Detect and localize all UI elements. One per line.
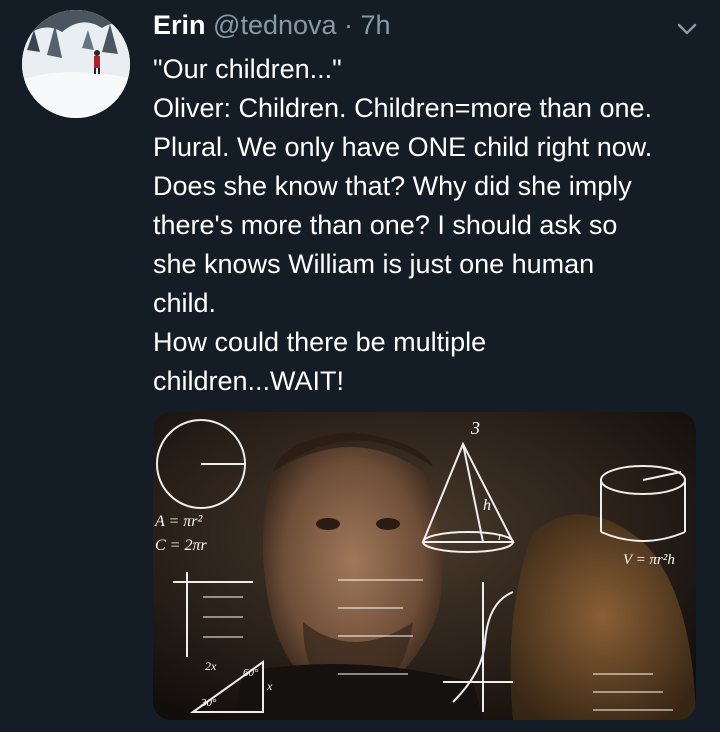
tweet-text-line: child. (153, 288, 217, 318)
formula-text: h (483, 497, 491, 514)
tweet-text-line: there's more than one? I should ask so (153, 210, 618, 240)
tweet[interactable]: Erin @tednova · 7h "Our children..." Oli… (0, 0, 720, 732)
formula-text: C = 2πr (155, 537, 207, 554)
formula-text: 60° (243, 667, 259, 679)
tweet-text: "Our children..." Oliver: Children. Chil… (153, 50, 713, 401)
avatar-snow-image (22, 10, 130, 118)
user-handle[interactable]: @tednova (213, 10, 337, 40)
tweet-text-line: Plural. We only have ONE child right now… (153, 132, 653, 162)
tweet-header: Erin @tednova · 7h (153, 8, 391, 42)
tweet-media-image[interactable]: 3 A = πr² C = 2πr V = πr²h h r 2x 60° 30… (153, 412, 696, 720)
tweet-text-line: Does she know that? Why did she imply (153, 171, 632, 201)
formula-text: r (498, 529, 503, 543)
formula-text: 3 (470, 418, 480, 438)
header-separator: · (336, 10, 361, 40)
tweet-text-line: children...WAIT! (153, 366, 345, 396)
tweet-text-line: "Our children..." (153, 54, 342, 84)
formula-text: x (266, 679, 273, 693)
formula-text: V = πr²h (623, 552, 675, 568)
tweet-text-line: How could there be multiple (153, 327, 487, 357)
formula-text: 30° (200, 697, 217, 709)
timestamp[interactable]: 7h (361, 10, 391, 40)
formula-text: A = πr² (154, 513, 204, 530)
math-meme-image: 3 A = πr² C = 2πr V = πr²h h r 2x 60° 30… (153, 412, 696, 720)
tweet-text-line: she knows William is just one human (153, 249, 595, 279)
display-name[interactable]: Erin (153, 10, 206, 40)
avatar[interactable] (22, 10, 130, 118)
formula-text: 2x (205, 659, 217, 673)
tweet-text-line: Oliver: Children. Children=more than one… (153, 93, 652, 123)
chevron-down-icon[interactable] (674, 16, 700, 42)
